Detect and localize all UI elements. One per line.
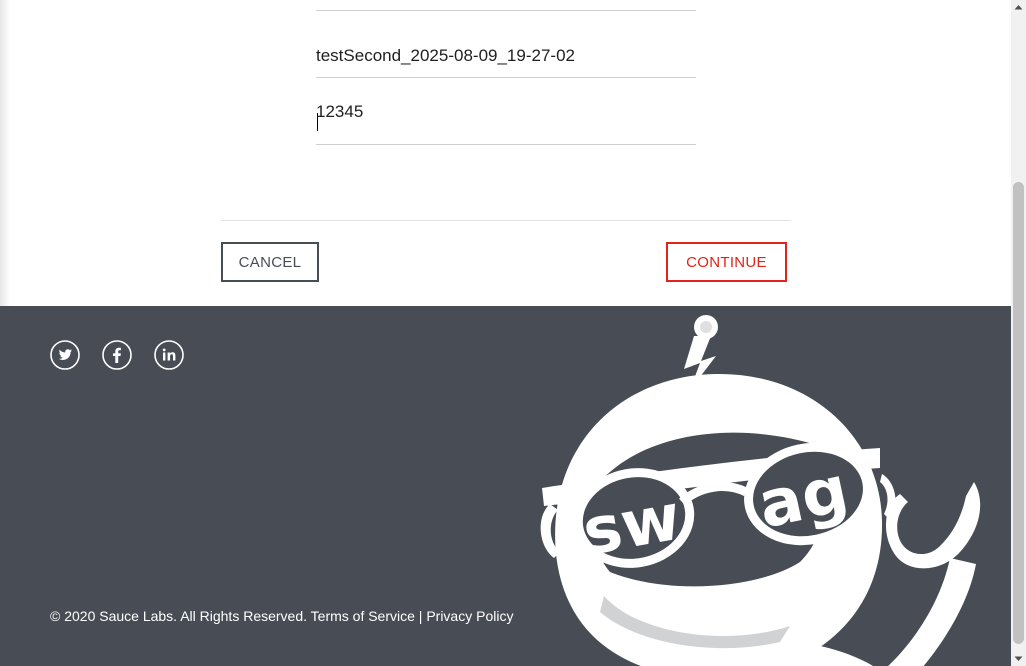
last-name-value: testSecond_2025-08-09_19-27-02 xyxy=(316,46,575,65)
form-divider xyxy=(221,220,791,221)
linkedin-link[interactable] xyxy=(154,340,184,370)
copyright-text: © 2020 Sauce Labs. All Rights Reserved. … xyxy=(50,608,514,624)
twitter-icon xyxy=(50,340,80,370)
scroll-down-arrow-icon[interactable] xyxy=(1011,651,1026,666)
twitter-link[interactable] xyxy=(50,340,80,370)
last-name-field[interactable]: testSecond_2025-08-09_19-27-02 xyxy=(316,46,696,78)
scroll-up-arrow-icon[interactable] xyxy=(1011,0,1026,15)
first-name-field[interactable] xyxy=(316,0,696,11)
linkedin-icon xyxy=(154,340,184,370)
vertical-scrollbar[interactable] xyxy=(1011,0,1026,666)
postal-code-field[interactable]: 12345 xyxy=(316,102,696,145)
swag-robot-logo: sw ag xyxy=(540,315,981,666)
scrollbar-thumb[interactable] xyxy=(1013,182,1024,644)
footer: © 2020 Sauce Labs. All Rights Reserved. … xyxy=(0,306,1011,666)
cancel-button[interactable]: CANCEL xyxy=(221,242,319,282)
facebook-link[interactable] xyxy=(102,340,132,370)
facebook-icon xyxy=(102,340,132,370)
checkout-page: testSecond_2025-08-09_19-27-02 12345 CAN… xyxy=(0,0,1011,666)
postal-code-value: 12345 xyxy=(316,102,364,121)
page-edge-shadow xyxy=(0,0,10,306)
postal-code-wrapper: 12345 xyxy=(316,102,363,133)
continue-button[interactable]: CONTINUE xyxy=(666,242,787,282)
